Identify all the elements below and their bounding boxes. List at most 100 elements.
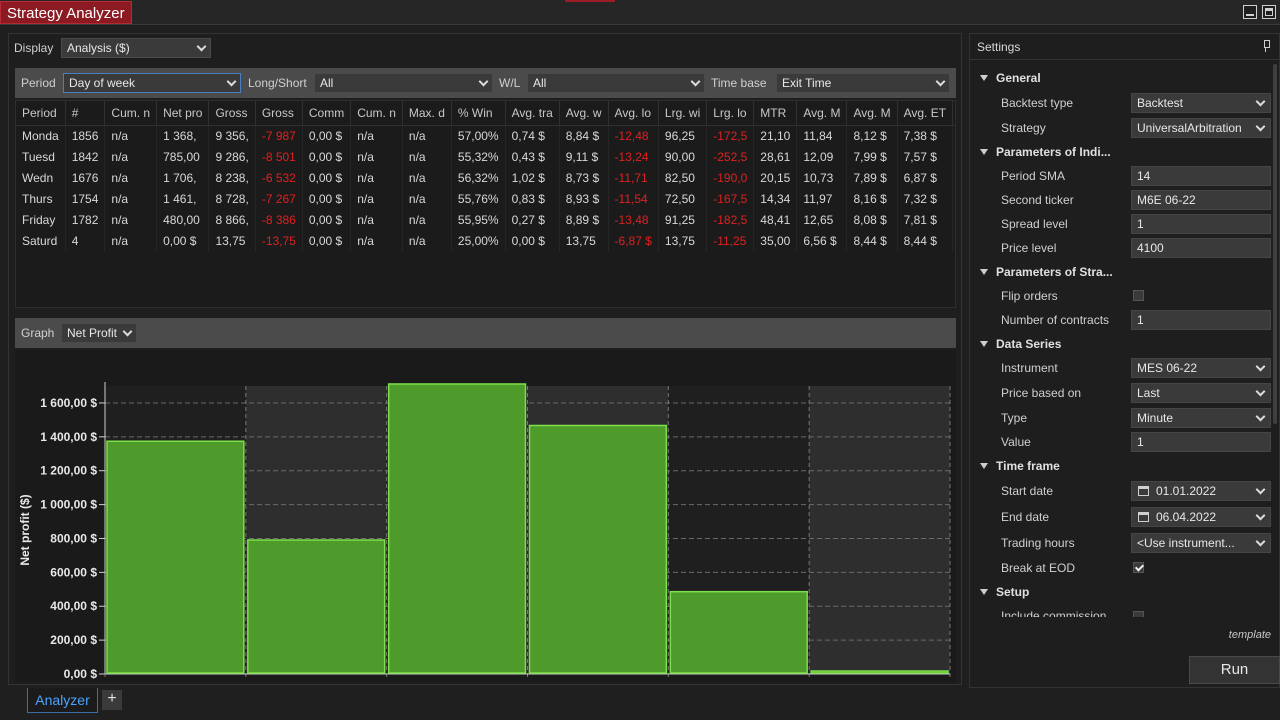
category-data-series[interactable]: Data Series xyxy=(972,334,1272,354)
column-header[interactable]: Avg. tra xyxy=(505,101,560,126)
y-tick-label: 1 000,00 $ xyxy=(40,498,97,512)
category-strategy[interactable]: Parameters of Stra... xyxy=(972,262,1272,282)
break-eod-checkbox[interactable] xyxy=(1133,562,1144,573)
trading-hours-select[interactable]: <Use instrument... xyxy=(1131,533,1271,553)
bottom-tab-bar: Analyzer + xyxy=(0,688,1280,720)
table-cell: 0,43 $ xyxy=(505,146,560,167)
trading-hours-value: <Use instrument... xyxy=(1137,536,1235,550)
chart-bar xyxy=(669,590,808,674)
chevron-down-icon xyxy=(478,76,489,87)
table-cell: -11,54 xyxy=(608,188,659,209)
table-cell: 0,00 $ xyxy=(302,125,352,146)
second-ticker-input[interactable]: M6E 06-22 xyxy=(1131,190,1271,210)
maximize-icon[interactable] xyxy=(1262,5,1276,19)
column-header[interactable]: Net pro xyxy=(156,101,210,126)
column-header[interactable]: Max. d xyxy=(402,101,452,126)
table-cell: -8 501 xyxy=(255,146,303,167)
column-header[interactable]: Comm xyxy=(302,101,352,126)
column-header[interactable]: Gross xyxy=(208,101,256,126)
table-row[interactable]: Friday 1782 n/a 480,00 8 866, -8 386 0,00 $ n/a… xyxy=(16,209,955,230)
pin-icon[interactable] xyxy=(1263,40,1270,52)
table-cell: -6,87 $ xyxy=(608,230,659,251)
table-cell: n/a xyxy=(402,209,452,230)
table-row[interactable]: Tuesd 1842 n/a 785,00 9 286, -8 501 0,00 $ n/a n… xyxy=(16,146,955,167)
run-button[interactable]: Run xyxy=(1189,656,1280,684)
backtest-type-select[interactable]: Backtest xyxy=(1131,93,1271,113)
column-header[interactable]: Avg. M xyxy=(846,101,898,126)
num-contracts-input[interactable]: 1 xyxy=(1131,310,1271,330)
y-tick-label: 0,00 $ xyxy=(64,667,98,681)
end-date-picker[interactable]: 06.04.2022 xyxy=(1131,507,1271,527)
column-header[interactable]: Cum. n xyxy=(350,101,403,126)
longshort-select[interactable]: All xyxy=(314,73,493,93)
type-select[interactable]: Minute xyxy=(1131,408,1271,428)
table-row[interactable]: Monda 1856 n/a 1 368, 9 356, -7 987 0,00 $ n/a n… xyxy=(16,125,955,146)
wl-select[interactable]: All xyxy=(527,73,705,93)
y-tick-label: 400,00 $ xyxy=(50,599,97,613)
timebase-select[interactable]: Exit Time xyxy=(776,73,950,93)
table-cell: 48,41 xyxy=(753,209,798,230)
period-sma-input[interactable]: 14 xyxy=(1131,166,1271,186)
table-cell: n/a xyxy=(104,125,158,146)
value-input[interactable]: 1 xyxy=(1131,432,1271,452)
table-cell: -13,24 xyxy=(608,146,659,167)
column-header[interactable]: Period xyxy=(16,101,66,126)
column-header[interactable]: Gross xyxy=(255,101,303,126)
column-header[interactable]: # xyxy=(65,101,106,126)
table-row[interactable]: Thurs 1754 n/a 1 461, 8 728, -7 267 0,00 $ n/a n… xyxy=(16,188,955,209)
table-cell: 6,56 $ xyxy=(796,230,848,251)
table-row[interactable]: Saturd 4 n/a 0,00 $13,75 -13,75 0,00 $ n/a n/a 2… xyxy=(16,230,955,251)
tab-analyzer[interactable]: Analyzer xyxy=(27,688,98,713)
chevron-down-icon xyxy=(690,76,701,87)
column-header[interactable]: Lrg. lo xyxy=(706,101,755,126)
column-header[interactable]: Avg. ET xyxy=(897,101,954,126)
category-time-frame[interactable]: Time frame xyxy=(972,456,1272,476)
table-row[interactable]: Wedn 1676 n/a 1 706, 8 238, -6 532 0,00 $ n/a n/… xyxy=(16,167,955,188)
settings-scrollbar[interactable] xyxy=(1273,64,1277,424)
price-based-select[interactable]: Last xyxy=(1131,383,1271,403)
table-cell: 11,97 xyxy=(796,188,848,209)
longshort-select-value: All xyxy=(320,76,334,90)
add-tab-button[interactable]: + xyxy=(102,690,122,710)
table-cell: 28,61 xyxy=(753,146,798,167)
table-cell: 91,25 xyxy=(658,209,708,230)
analysis-grid[interactable]: Period # Cum. n Net pro Gross Gross Comm Cum. n… xyxy=(15,100,956,308)
spread-level-input[interactable]: 1 xyxy=(1131,214,1271,234)
category-label: Parameters of Stra... xyxy=(996,265,1113,279)
column-header[interactable]: Cum. n xyxy=(104,101,158,126)
instrument-value: MES 06-22 xyxy=(1137,361,1198,375)
start-date-picker[interactable]: 01.01.2022 xyxy=(1131,481,1271,501)
category-setup[interactable]: Setup xyxy=(972,582,1272,602)
column-header[interactable]: % Trad xyxy=(952,101,955,126)
column-header[interactable]: Avg. M xyxy=(796,101,848,126)
template-link[interactable]: template xyxy=(1229,629,1271,641)
column-header[interactable]: % Win xyxy=(451,101,506,126)
prop-break-eod-label: Break at EOD xyxy=(1001,561,1076,575)
column-header[interactable]: Avg. w xyxy=(559,101,609,126)
include-commission-checkbox[interactable] xyxy=(1133,611,1144,617)
table-cell: 1842 xyxy=(65,146,106,167)
minimize-icon[interactable] xyxy=(1243,5,1257,19)
table-cell: 480,00 xyxy=(156,209,210,230)
category-indicators[interactable]: Parameters of Indi... xyxy=(972,142,1272,162)
category-general[interactable]: General xyxy=(972,68,1272,88)
graph-select[interactable]: Net Profit xyxy=(61,323,137,343)
period-select[interactable]: Day of week xyxy=(63,73,241,93)
flip-orders-checkbox[interactable] xyxy=(1133,290,1144,301)
analysis-table: Period # Cum. n Net pro Gross Gross Comm Cum. n… xyxy=(16,101,955,251)
column-header[interactable]: MTR xyxy=(753,101,798,126)
column-header[interactable]: Avg. lo xyxy=(608,101,659,126)
instrument-select[interactable]: MES 06-22 xyxy=(1131,358,1271,378)
table-cell: -13,48 xyxy=(608,209,659,230)
calendar-icon xyxy=(1138,486,1149,496)
graph-label: Graph xyxy=(21,326,55,340)
chevron-down-icon xyxy=(1255,361,1266,372)
column-header[interactable]: Lrg. wi xyxy=(658,101,708,126)
table-cell: 55,95% xyxy=(451,209,506,230)
display-select[interactable]: Analysis ($) xyxy=(61,38,211,58)
y-tick-label: 600,00 $ xyxy=(50,565,97,579)
chevron-down-icon xyxy=(1255,411,1266,422)
strategy-select[interactable]: UniversalArbitration xyxy=(1131,118,1271,138)
table-cell: 9 356, xyxy=(208,125,256,146)
price-level-input[interactable]: 4100 xyxy=(1131,238,1271,258)
